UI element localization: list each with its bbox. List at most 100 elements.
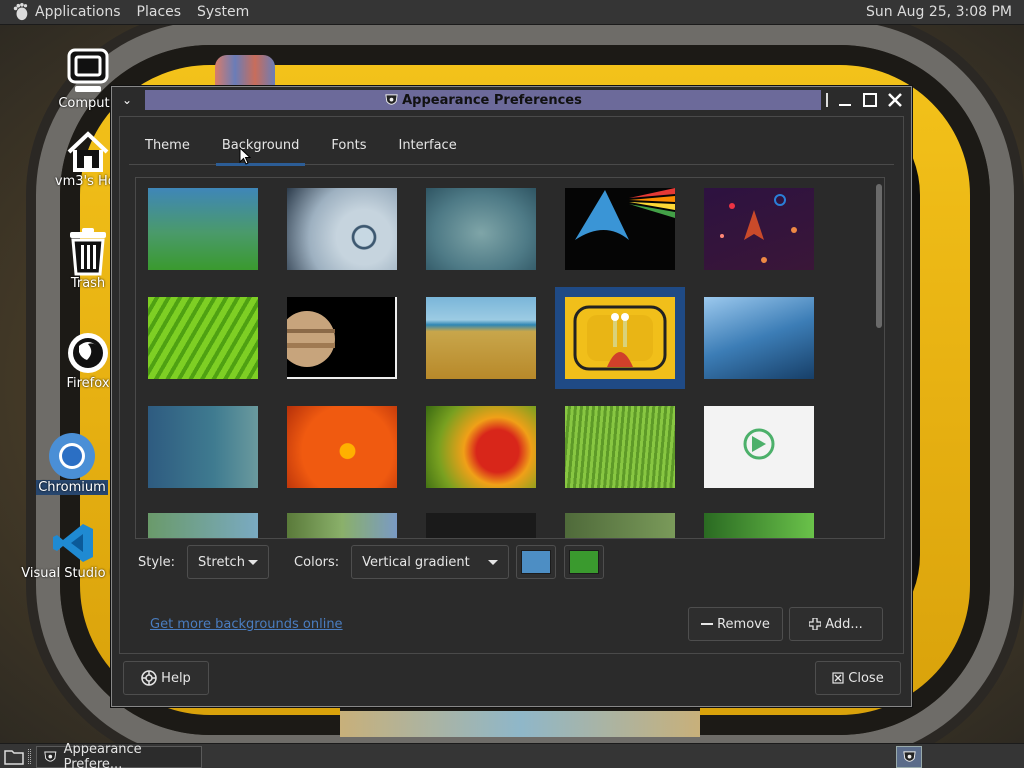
wallpaper-thumbnail[interactable] — [704, 188, 814, 270]
arch-logo-image — [575, 188, 675, 240]
minus-icon — [701, 618, 714, 630]
wallpaper-thumbnail[interactable] — [565, 188, 675, 270]
places-label: Places — [136, 4, 182, 20]
wallpaper-thumbnail[interactable] — [565, 406, 675, 488]
window-content: Theme Background Fonts Interface Style: … — [119, 116, 904, 654]
window-titlebar[interactable]: ⌄ Appearance Preferences — [112, 87, 911, 113]
gnome-foot-icon — [13, 3, 28, 21]
clock[interactable]: Sun Aug 25, 3:08 PM — [866, 4, 1012, 20]
wallpaper-thumbnail[interactable] — [148, 406, 258, 488]
tray-appearance-icon[interactable] — [896, 746, 922, 768]
add-label: Add... — [825, 616, 863, 632]
plus-icon — [809, 618, 822, 630]
chevron-down-icon — [248, 559, 259, 565]
wallpaper-thumbnail[interactable] — [426, 188, 536, 270]
window-menu-button[interactable]: ⌄ — [112, 87, 142, 113]
places-menu[interactable]: Places — [129, 0, 190, 25]
wallpaper-thumbnail[interactable] — [704, 513, 814, 538]
help-icon — [141, 670, 157, 686]
gallery-scrollbar[interactable] — [876, 184, 882, 328]
mr-krabs-image — [573, 305, 667, 371]
minimize-icon — [839, 104, 851, 106]
system-label: System — [197, 4, 250, 20]
wallpaper-thumbnail[interactable] — [704, 297, 814, 379]
rocket-image — [720, 194, 797, 263]
trash-icon — [70, 228, 106, 276]
wallpaper-thumbnail[interactable] — [148, 188, 258, 270]
tab-interface[interactable]: Interface — [382, 127, 472, 165]
colors-value: Vertical gradient — [362, 554, 470, 570]
mouse-pointer-icon — [239, 147, 251, 165]
maximize-button[interactable] — [860, 90, 880, 110]
primary-color-swatch — [521, 550, 552, 574]
show-desktop-icon[interactable] — [4, 748, 24, 765]
taskbar-item-label: Appearance Prefere... — [63, 742, 142, 768]
vscode-icon — [53, 524, 93, 562]
panel-handle[interactable] — [28, 749, 31, 764]
tab-fonts[interactable]: Fonts — [315, 127, 382, 165]
maximize-icon — [863, 93, 877, 107]
chevron-down-icon: ⌄ — [121, 93, 133, 107]
more-backgrounds-link[interactable]: Get more backgrounds online — [150, 617, 343, 632]
wallpaper-thumbnail-selected[interactable] — [555, 287, 685, 389]
close-window-button[interactable] — [885, 90, 905, 110]
home-folder-icon — [67, 131, 109, 172]
jupiter-image — [287, 311, 335, 367]
window-title: Appearance Preferences — [402, 92, 582, 108]
minimize-button[interactable] — [835, 90, 855, 110]
tab-label: Interface — [398, 138, 457, 153]
desktop-icon-label: Firefox — [66, 376, 110, 391]
add-button[interactable]: Add... — [789, 607, 883, 641]
style-label: Style: — [138, 554, 176, 570]
tab-label: Background — [221, 138, 300, 153]
taskbar-item-appearance[interactable]: Appearance Prefere... — [36, 742, 202, 768]
computer-icon — [67, 48, 109, 92]
wallpaper-thumbnail[interactable] — [287, 513, 397, 538]
titlebar-separator — [826, 93, 828, 107]
tab-background[interactable]: Background — [206, 127, 316, 166]
appearance-preferences-window: ⌄ Appearance Preferences Theme Backgroun… — [111, 86, 912, 707]
desktop-icon-vscode[interactable]: Visual Studio Co — [21, 520, 127, 581]
desktop-icon-chromium[interactable]: Chromium — [24, 432, 120, 495]
wallpaper-thumbnail[interactable] — [704, 406, 814, 488]
style-dropdown[interactable]: Stretch — [187, 545, 270, 579]
wallpaper-thumbnail[interactable] — [148, 513, 258, 538]
system-menu[interactable]: System — [189, 0, 257, 25]
bottom-panel: Appearance Prefere... — [0, 742, 1024, 768]
wallpaper-thumbnail[interactable] — [148, 297, 258, 379]
wallpaper-thumbnail[interactable] — [426, 297, 536, 379]
chromium-icon — [49, 433, 95, 479]
tab-theme[interactable]: Theme — [129, 127, 206, 165]
wallpaper-thumbnail[interactable] — [565, 513, 675, 538]
close-icon — [888, 93, 902, 107]
tab-label: Fonts — [331, 138, 367, 153]
wallpaper-thumbnail[interactable] — [426, 406, 536, 488]
wallpaper-thumbnail[interactable] — [426, 513, 536, 538]
tab-label: Theme — [145, 138, 190, 153]
close-button[interactable]: Close — [815, 661, 901, 695]
wallpaper-thumbnail[interactable] — [287, 188, 397, 270]
logo-image — [743, 428, 775, 460]
window-title-area[interactable]: Appearance Preferences — [145, 90, 821, 110]
close-label: Close — [848, 670, 884, 686]
wallpaper-gallery — [135, 177, 885, 539]
desktop-icon-label: Trash — [70, 276, 106, 291]
colors-label: Colors: — [294, 554, 340, 570]
background-options-row: Style: Stretch Colors: Vertical gradient — [138, 545, 605, 579]
style-value: Stretch — [198, 554, 245, 570]
top-panel: Applications Places System Sun Aug 25, 3… — [0, 0, 1024, 25]
secondary-color-swatch — [569, 550, 600, 574]
wallpaper-thumbnail[interactable] — [287, 406, 397, 488]
wallpaper-thumbnail[interactable] — [287, 297, 397, 379]
help-label: Help — [161, 670, 191, 686]
primary-color-button[interactable] — [516, 545, 557, 579]
colors-dropdown[interactable]: Vertical gradient — [351, 545, 510, 579]
chevron-down-icon — [488, 559, 499, 565]
secondary-color-button[interactable] — [564, 545, 605, 579]
applications-menu[interactable]: Applications — [0, 0, 129, 25]
remove-button[interactable]: Remove — [688, 607, 783, 641]
remove-label: Remove — [717, 616, 770, 632]
help-button[interactable]: Help — [123, 661, 209, 695]
wallpaper-bottom-strip — [340, 707, 700, 737]
appearance-icon — [44, 751, 57, 762]
